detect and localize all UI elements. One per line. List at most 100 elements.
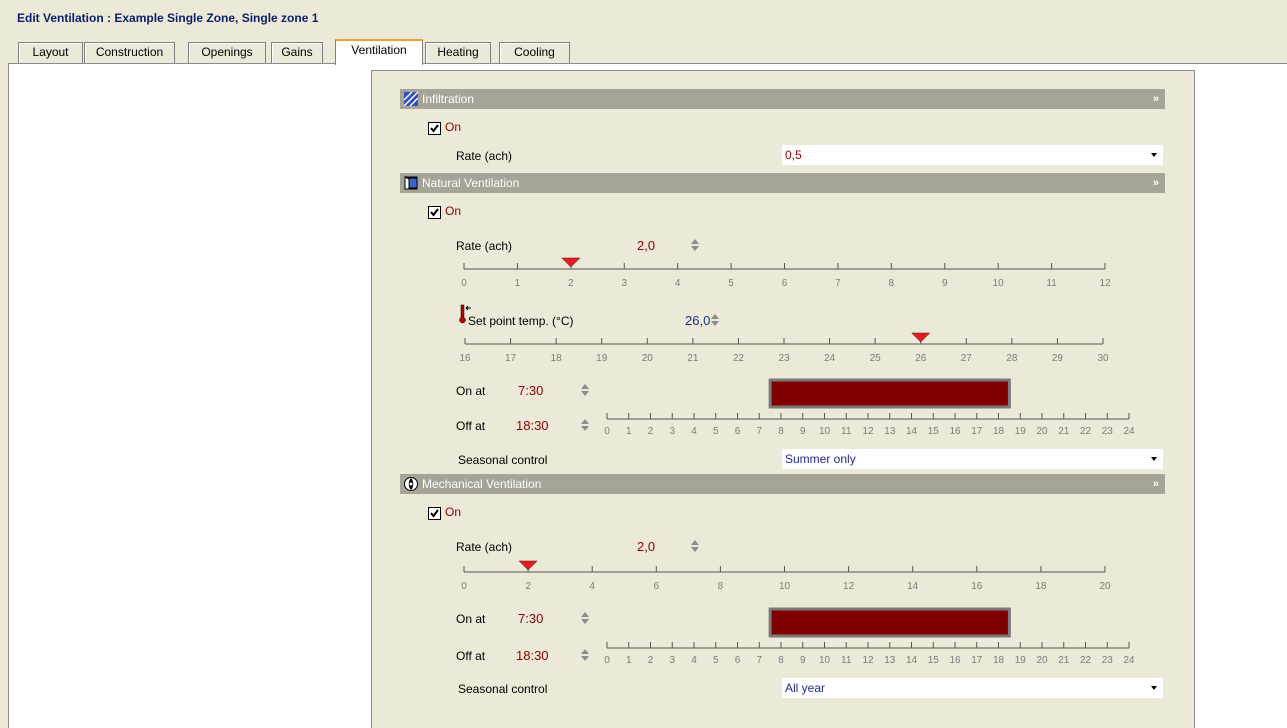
natural-schedule-on-period[interactable] — [768, 378, 1011, 409]
mechanical-schedule-hour-label: 5 — [713, 655, 719, 666]
setpoint-tick-label: 20 — [642, 353, 654, 364]
natural-rate-tick-label: 7 — [835, 278, 841, 289]
tab-gains[interactable]: Gains — [271, 42, 323, 63]
mechanical-schedule-bar[interactable]: 0 1 2 3 4 5 6 7 8 9 10 11 12 13 14 15 16 17 18 19 20 21 22 23 24 — [597, 606, 1157, 666]
setpoint-marker[interactable] — [911, 332, 931, 343]
setpoint-tick-label: 22 — [733, 353, 745, 364]
window-icon — [404, 176, 418, 190]
setpoint-tick-label: 29 — [1052, 353, 1064, 364]
infiltration-rate-label: Rate (ach) — [456, 149, 513, 163]
mechanical-on-at-spinner-icon[interactable] — [580, 610, 590, 626]
natural-schedule-hour-label: 3 — [669, 426, 675, 437]
mechanical-schedule-on-period[interactable] — [768, 607, 1011, 638]
natural-schedule-bar[interactable]: 0 1 2 3 4 5 6 7 8 9 10 11 12 13 14 15 16 17 18 19 20 21 22 23 24 — [597, 377, 1157, 437]
collapse-chevron-icon[interactable]: » — [1153, 173, 1159, 193]
natural-on-checkbox[interactable] — [428, 206, 441, 219]
mechanical-schedule-hour-label: 11 — [841, 655, 852, 666]
infiltration-on-checkbox[interactable] — [428, 122, 441, 135]
tab-ventilation[interactable]: Ventilation — [335, 39, 423, 65]
setpoint-tick-label: 27 — [961, 353, 973, 364]
natural-schedule-hour-label: 1 — [626, 426, 632, 437]
natural-on-label: On — [445, 204, 462, 218]
infiltration-rate-value: 0,5 — [785, 148, 802, 162]
natural-rate-marker[interactable] — [561, 257, 581, 268]
window-title: Edit Ventilation : Example Single Zone, … — [17, 11, 319, 25]
collapse-chevron-icon[interactable]: » — [1153, 474, 1159, 494]
natural-ventilation-header[interactable]: Natural Ventilation » — [400, 173, 1165, 193]
dropdown-arrow-icon[interactable] — [1151, 457, 1157, 461]
natural-ventilation-header-label: Natural Ventilation — [422, 176, 520, 190]
setpoint-spinner-icon[interactable] — [710, 312, 720, 328]
mechanical-schedule-hour-label: 0 — [604, 655, 610, 666]
natural-rate-spinner-icon[interactable] — [690, 237, 700, 253]
mechanical-rate-marker[interactable] — [518, 560, 538, 571]
natural-schedule-hour-label: 24 — [1123, 426, 1135, 437]
mechanical-schedule-hour-label: 10 — [819, 655, 831, 666]
tab-layout[interactable]: Layout — [18, 42, 83, 63]
mechanical-schedule-hour-label: 24 — [1123, 655, 1135, 666]
natural-schedule-hour-label: 8 — [778, 426, 784, 437]
fan-icon — [404, 477, 418, 491]
mechanical-ventilation-header[interactable]: Mechanical Ventilation » — [400, 474, 1165, 494]
mechanical-schedule-hour-label: 14 — [906, 655, 918, 666]
mechanical-schedule-hour-label: 13 — [884, 655, 896, 666]
infiltration-header[interactable]: Infiltration » — [400, 89, 1165, 109]
mechanical-schedule-hour-label: 19 — [1015, 655, 1027, 666]
checkmark-icon — [430, 124, 439, 133]
infiltration-icon — [404, 92, 418, 106]
natural-rate-tick-label: 3 — [621, 278, 627, 289]
natural-rate-tick-label: 1 — [515, 278, 521, 289]
natural-schedule-hour-label: 15 — [928, 426, 940, 437]
mechanical-rate-slider[interactable]: 0 2 4 6 8 10 12 14 16 18 20 — [452, 557, 1122, 597]
natural-rate-label: Rate (ach) — [456, 239, 513, 253]
mechanical-on-label: On — [445, 505, 462, 519]
setpoint-slider[interactable]: 16 17 18 19 20 21 22 23 24 25 26 27 28 29 30 — [452, 329, 1122, 369]
dropdown-arrow-icon[interactable] — [1151, 153, 1157, 157]
setpoint-tick-label: 24 — [824, 353, 836, 364]
natural-schedule-hour-label: 23 — [1102, 426, 1114, 437]
mechanical-rate-tick-label: 4 — [589, 581, 595, 592]
mechanical-off-at-spinner-icon[interactable] — [580, 647, 590, 663]
setpoint-tick-label: 21 — [687, 353, 699, 364]
setpoint-tick-label: 17 — [505, 353, 517, 364]
mechanical-rate-tick-label: 12 — [843, 581, 855, 592]
mechanical-rate-tick-label: 18 — [1035, 581, 1047, 592]
mechanical-schedule-hour-label: 12 — [862, 655, 874, 666]
natural-on-at-label: On at — [456, 384, 486, 398]
infiltration-rate-combo[interactable]: 0,5 — [782, 145, 1163, 165]
setpoint-tick-label: 16 — [459, 353, 471, 364]
natural-rate-slider[interactable]: 0 1 2 3 4 5 6 7 8 9 10 11 12 — [452, 254, 1122, 294]
natural-off-at-label: Off at — [456, 419, 486, 433]
collapse-chevron-icon[interactable]: » — [1153, 89, 1159, 109]
mechanical-rate-spinner-icon[interactable] — [690, 538, 700, 554]
natural-seasonal-combo[interactable]: Summer only — [782, 449, 1163, 469]
mechanical-schedule-hour-label: 8 — [778, 655, 784, 666]
mechanical-seasonal-combo[interactable]: All year — [782, 678, 1163, 698]
mechanical-rate-tick-label: 16 — [971, 581, 983, 592]
tab-cooling[interactable]: Cooling — [499, 42, 570, 63]
natural-schedule-hour-label: 16 — [949, 426, 961, 437]
natural-rate-tick-label: 8 — [889, 278, 895, 289]
natural-schedule-hour-label: 19 — [1015, 426, 1027, 437]
mechanical-seasonal-value: All year — [785, 681, 826, 695]
mechanical-rate-tick-label: 8 — [718, 581, 724, 592]
natural-off-at-spinner-icon[interactable] — [580, 417, 590, 433]
natural-rate-tick-label: 4 — [675, 278, 681, 289]
dropdown-arrow-icon[interactable] — [1151, 686, 1157, 690]
mechanical-schedule-hour-label: 16 — [949, 655, 961, 666]
natural-schedule-hour-label: 4 — [691, 426, 697, 437]
setpoint-tick-label: 18 — [551, 353, 563, 364]
mechanical-schedule-hour-label: 7 — [756, 655, 762, 666]
tab-heating[interactable]: Heating — [425, 42, 491, 63]
tab-construction[interactable]: Construction — [84, 42, 175, 63]
natural-on-at-spinner-icon[interactable] — [580, 382, 590, 398]
mechanical-schedule-hour-label: 1 — [626, 655, 632, 666]
infiltration-header-label: Infiltration — [422, 92, 475, 106]
mechanical-on-checkbox[interactable] — [428, 507, 441, 520]
natural-schedule-hour-label: 13 — [884, 426, 896, 437]
mechanical-rate-tick-label: 2 — [525, 581, 531, 592]
tab-openings[interactable]: Openings — [188, 42, 266, 63]
mechanical-schedule-hour-label: 9 — [800, 655, 806, 666]
natural-seasonal-value: Summer only — [785, 452, 856, 466]
mechanical-schedule-hour-label: 4 — [691, 655, 697, 666]
